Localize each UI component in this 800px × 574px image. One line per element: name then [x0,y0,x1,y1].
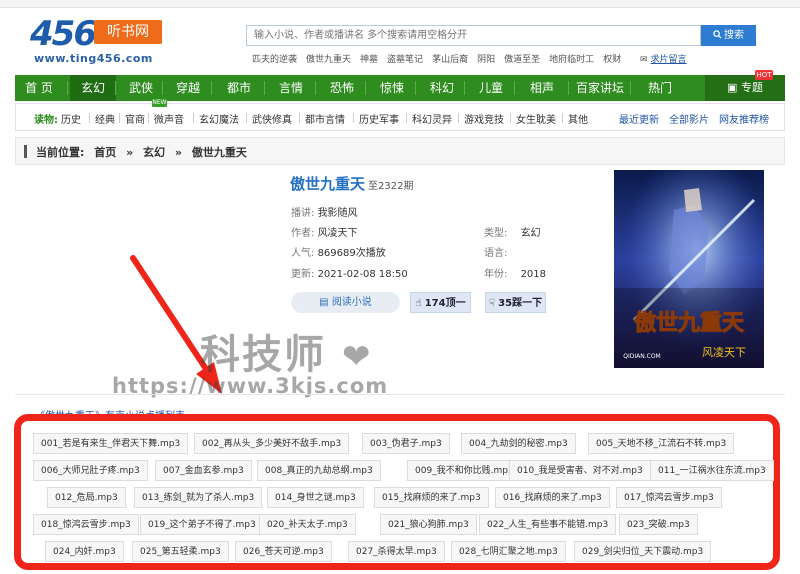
episode-item[interactable]: 017_惊鸿云雪步.mp3 [616,487,722,508]
episode-item[interactable]: 011_一江祸水往东流.mp3 [650,460,774,481]
episode-item[interactable]: 025_第五轻柔.mp3 [132,541,229,562]
episode-item[interactable]: 018_惊鸿云雪步.mp3 [33,514,139,535]
episode-item[interactable]: 008_真正的九劫总纲.mp3 [257,460,381,481]
heart-icon: ❤ [341,337,373,377]
episode-item[interactable]: 014_身世之谜.mp3 [267,487,364,508]
episode-item[interactable]: 003_伪君子.mp3 [362,433,450,454]
episode-item[interactable]: 019_这个弟子不得了.mp3 [140,514,264,535]
episode-item[interactable]: 013_练剑_就为了杀人.mp3 [134,487,263,508]
episode-item[interactable]: 022_人生_有些事不能错.mp3 [479,514,617,535]
episode-item[interactable]: 028_七阴汇聚之地.mp3 [451,541,566,562]
episode-item[interactable]: 004_九劫剑的秘密.mp3 [461,433,576,454]
episode-item[interactable]: 001_若是有来生_伴君天下舞.mp3 [33,433,189,454]
watermark-line1: 科技师 [200,332,326,378]
episode-item[interactable]: 006_大师兄肚子疼.mp3 [33,460,148,481]
episode-item[interactable]: 012_危局.mp3 [47,487,126,508]
watermark-text: 科技师 ❤ [200,322,372,380]
episode-item[interactable]: 029_剑尖归位_天下震动.mp3 [574,541,712,562]
episode-item[interactable]: 021_狼心狗肺.mp3 [380,514,477,535]
episode-list-header: 《傲世九重天》有声小说点播列表: [15,394,785,422]
episode-item[interactable]: 009_我不和你比贱.mp3 [407,460,522,481]
episode-list: 001_若是有来生_伴君天下舞.mp3 002_再从头_多少美好不敌手.mp3 00… [14,414,780,570]
episode-item[interactable]: 024_内奸.mp3 [45,541,124,562]
page: 456 听书网 www.ting456.com 搜索 匹夫的逆袭傲世九重天神墓盗… [0,0,800,574]
episode-item[interactable]: 027_杀得太早.mp3 [348,541,445,562]
episode-item[interactable]: 007_金血玄参.mp3 [155,460,252,481]
episode-item[interactable]: 010_我是受害者、对不对.mp3 [509,460,651,481]
episode-item[interactable]: 023_突破.mp3 [619,514,698,535]
episode-item[interactable]: 002_再从头_多少美好不敌手.mp3 [194,433,350,454]
episode-item[interactable]: 016_找麻烦的来了.mp3 [495,487,610,508]
episode-item[interactable]: 026_苍天可逆.mp3 [235,541,332,562]
episode-item[interactable]: 020_补天太子.mp3 [259,514,356,535]
episode-item[interactable]: 015_找麻烦的来了.mp3 [374,487,489,508]
episode-item[interactable]: 005_天地不移_江流石不转.mp3 [588,433,735,454]
